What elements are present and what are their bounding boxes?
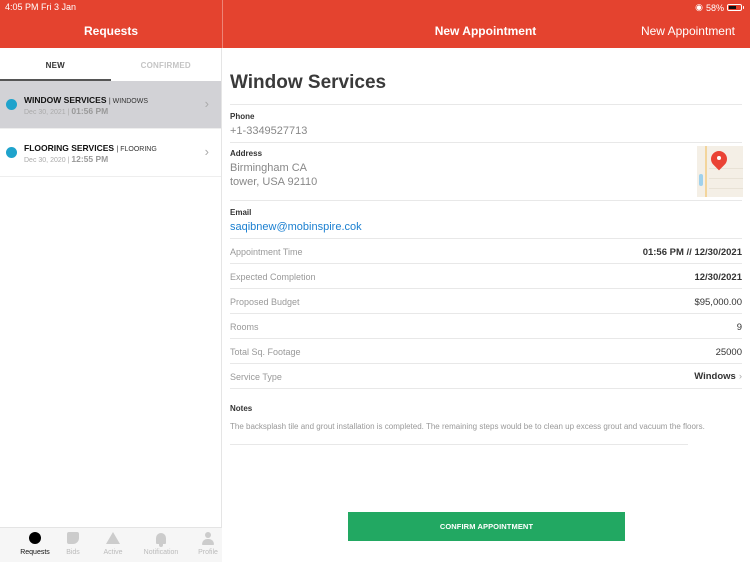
appointment-detail: Window Services Phone +1-3349527713 Addr… xyxy=(223,48,750,562)
app: 4:05 PM Fri 3 Jan ◉ 58% Requests New App… xyxy=(0,0,750,562)
request-item-flooring-services[interactable]: FLOORING SERVICES | FLOORING Dec 30, 202… xyxy=(0,129,221,177)
page-header-title-text: New Appointment xyxy=(434,24,537,38)
request-time: 12:55 PM xyxy=(71,154,109,164)
requests-icon xyxy=(29,532,41,544)
header-bar: 4:05 PM Fri 3 Jan ◉ 58% Requests New App… xyxy=(0,0,750,48)
divider xyxy=(230,263,742,264)
divider xyxy=(230,444,688,445)
bids-icon xyxy=(67,532,79,544)
map-road xyxy=(705,146,707,197)
status-dot-icon xyxy=(6,147,17,158)
request-datetime: Dec 30, 2020 | 12:55 PM xyxy=(24,154,108,164)
appointment-time-value: 01:56 PM // 12/30/2021 xyxy=(642,247,742,258)
chevron-right-icon: › xyxy=(204,96,209,111)
map-pin-dot xyxy=(717,156,721,160)
address-line2: tower, USA 92110 xyxy=(230,176,318,188)
divider xyxy=(230,238,742,239)
proposed-budget-value: $95,000.00 xyxy=(694,297,742,308)
notes-text: The backsplash tile and grout installati… xyxy=(230,422,705,431)
divider xyxy=(230,388,742,389)
status-indicators: ◉ 58% xyxy=(695,2,744,13)
map-street xyxy=(709,188,743,189)
nav-active[interactable]: Active xyxy=(91,531,135,556)
map-street xyxy=(709,178,743,179)
chevron-right-icon: › xyxy=(204,144,209,159)
new-appointment-button[interactable]: New Appointment xyxy=(641,24,735,38)
divider xyxy=(230,313,742,314)
divider xyxy=(230,288,742,289)
rooms-value: 9 xyxy=(736,322,742,333)
request-title: WINDOW SERVICES xyxy=(24,95,107,105)
service-type-label: Service Type xyxy=(230,372,282,382)
expected-completion-value: 12/30/2021 xyxy=(694,272,742,283)
phone-value[interactable]: +1-3349527713 xyxy=(230,124,307,138)
divider xyxy=(230,142,742,143)
bottom-tab-bar: Requests Bids Active Notification Profil… xyxy=(0,527,222,562)
confirm-appointment-button[interactable]: CONFIRM APPOINTMENT xyxy=(348,512,625,541)
profile-icon xyxy=(202,531,214,545)
total-sq-footage-value: 25000 xyxy=(715,347,742,358)
request-item-window-services[interactable]: WINDOW SERVICES | WINDOWS Dec 30, 2021 |… xyxy=(0,81,221,129)
tab-new[interactable]: NEW xyxy=(0,48,111,81)
status-time: 4:05 PM Fri 3 Jan xyxy=(5,2,77,12)
divider xyxy=(230,338,742,339)
requests-panel: NEW CONFIRMED WINDOW SERVICES | WINDOWS … xyxy=(0,48,222,562)
divider xyxy=(230,200,742,201)
notes-label: Notes xyxy=(230,404,253,413)
map-street xyxy=(709,168,743,169)
request-datetime: Dec 30, 2021 | 01:56 PM xyxy=(24,106,108,116)
divider xyxy=(230,104,742,105)
service-type-selector[interactable]: Windows › xyxy=(694,371,742,382)
address-label: Address xyxy=(230,149,263,158)
nav-label: Active xyxy=(103,549,123,556)
bell-icon xyxy=(156,532,166,547)
requests-title: Requests xyxy=(83,24,139,38)
map-water xyxy=(699,174,703,186)
appointment-time-label: Appointment Time xyxy=(230,247,303,257)
request-date: Dec 30, 2020 | xyxy=(24,157,72,164)
expected-completion-label: Expected Completion xyxy=(230,272,316,282)
email-link[interactable]: saqibnew@mobinspire.cok xyxy=(230,220,362,234)
map-thumbnail[interactable] xyxy=(697,146,743,197)
divider xyxy=(230,363,742,364)
tab-confirmed[interactable]: CONFIRMED xyxy=(111,48,222,81)
active-icon xyxy=(106,532,120,544)
total-sq-footage-label: Total Sq. Footage xyxy=(230,347,301,357)
request-heading: WINDOW SERVICES | WINDOWS xyxy=(24,95,148,105)
rooms-label: Rooms xyxy=(230,322,259,332)
battery-icon xyxy=(727,4,744,11)
email-label: Email xyxy=(230,208,252,217)
service-title: Window Services xyxy=(230,72,387,93)
proposed-budget-label: Proposed Budget xyxy=(230,297,300,307)
nav-notification[interactable]: Notification xyxy=(139,531,183,556)
chevron-right-icon: › xyxy=(738,371,742,382)
request-category: | WINDOWS xyxy=(108,98,149,105)
request-title: FLOORING SERVICES xyxy=(24,143,115,153)
nav-label: Bids xyxy=(66,549,80,556)
service-type-value: Windows xyxy=(694,371,736,382)
request-category: | FLOORING xyxy=(116,146,157,153)
request-date: Dec 30, 2021 | xyxy=(24,109,72,116)
wifi-icon: ◉ xyxy=(695,2,703,12)
request-heading: FLOORING SERVICES | FLOORING xyxy=(24,143,157,153)
request-time: 01:56 PM xyxy=(71,106,109,116)
address-line1: Birmingham CA xyxy=(230,162,308,174)
phone-label: Phone xyxy=(230,112,255,121)
nav-bids[interactable]: Bids xyxy=(51,531,95,556)
nav-label: Notification xyxy=(143,549,179,556)
status-dot-icon xyxy=(6,99,17,110)
request-tabs: NEW CONFIRMED xyxy=(0,48,221,81)
battery-percent: 58% xyxy=(705,2,724,13)
